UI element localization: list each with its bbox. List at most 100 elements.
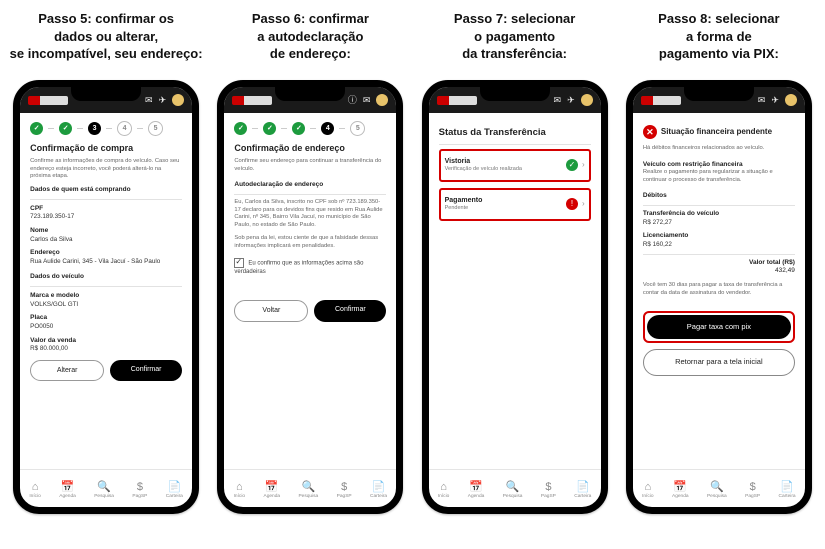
doc-icon: 📄 (167, 482, 181, 493)
nav-pagsp[interactable]: $PagSP (132, 482, 147, 499)
nav-agenda[interactable]: 📅Agenda (264, 482, 281, 499)
home-icon: ⌂ (236, 482, 243, 493)
bottom-nav: ⌂Início 📅Agenda 🔍Pesquisa $PagSP 📄Cartei… (20, 469, 192, 507)
stepper: ✓ ✓ 3 4 5 (30, 121, 182, 136)
mail-icon[interactable]: ✉ (758, 96, 766, 105)
home-icon: ⌂ (32, 482, 39, 493)
confirm-checkbox[interactable]: Eu confirmo que as informações acima são… (234, 258, 386, 276)
app-brand-logo (641, 96, 681, 105)
transf-label: Transferência do veículo (643, 210, 795, 219)
nav-carteira[interactable]: 📄Carteira (370, 482, 387, 499)
step-7-title: Passo 7: selecionar o pagamento da trans… (454, 10, 575, 68)
nome-value: Carlos da Silva (30, 236, 182, 245)
status-row-pagamento[interactable]: Pagamento Pendente ! › (439, 188, 591, 221)
avatar[interactable] (172, 94, 184, 106)
nav-carteira[interactable]: 📄Carteira (166, 482, 183, 499)
search-icon: 🔍 (302, 482, 316, 493)
nav-inicio[interactable]: ⌂Início (642, 482, 653, 499)
step-dot-4: 4 (117, 121, 132, 136)
nav-carteira[interactable]: 📄Carteira (574, 482, 591, 499)
declaration-body-1: Eu, Carlos da Silva, inscrito no CPF sob… (234, 199, 386, 229)
dollar-icon: $ (137, 482, 143, 493)
voltar-button[interactable]: Voltar (234, 300, 308, 321)
phone-frame-8: ✉ ✈ ✕ Situação financeira pendente Há dé… (626, 80, 812, 514)
mail-icon[interactable]: ✉ (363, 96, 371, 105)
placa-label: Placa (30, 314, 182, 323)
section-vehicle: Dados do veículo (30, 273, 182, 282)
section-autodecl: Autodeclaração de endereço (234, 181, 386, 190)
nav-pagsp[interactable]: $PagSP (337, 482, 352, 499)
plane-icon[interactable]: ✈ (159, 96, 167, 105)
total-label: Valor total (R$) (749, 259, 795, 266)
step-6-column: Passo 6: confirmar a autodeclaração de e… (213, 10, 408, 539)
dollar-icon: $ (341, 482, 347, 493)
alterar-button[interactable]: Alterar (30, 360, 104, 381)
nav-agenda[interactable]: 📅Agenda (468, 482, 485, 499)
nav-pesquisa[interactable]: 🔍Pesquisa (503, 482, 523, 499)
avatar[interactable] (785, 94, 797, 106)
app-brand-logo (28, 96, 68, 105)
phone-notch (684, 87, 754, 101)
pagar-pix-button[interactable]: Pagar taxa com pix (647, 315, 791, 339)
calendar-icon: 📅 (61, 482, 75, 493)
nav-inicio[interactable]: ⌂Início (29, 482, 40, 499)
restricao-body: Realize o pagamento para regularizar a s… (643, 169, 795, 184)
nav-pagsp[interactable]: $PagSP (745, 482, 760, 499)
mail-icon[interactable]: ✉ (145, 96, 153, 105)
nav-agenda[interactable]: 📅Agenda (59, 482, 76, 499)
nome-label: Nome (30, 227, 182, 236)
nav-pesquisa[interactable]: 🔍Pesquisa (298, 482, 318, 499)
deadline-note: Você tem 30 dias para pagar a taxa de tr… (643, 282, 795, 297)
calendar-icon: 📅 (469, 482, 483, 493)
nav-agenda[interactable]: 📅Agenda (672, 482, 689, 499)
nav-inicio[interactable]: ⌂Início (234, 482, 245, 499)
confirmar-button[interactable]: Confirmar (110, 360, 182, 381)
tutorial-steps-row: Passo 5: confirmar os dados ou alterar, … (0, 0, 825, 549)
phone-frame-7: ✉ ✈ Status da Transferência Vistoria Ver… (422, 80, 608, 514)
search-icon: 🔍 (710, 482, 724, 493)
screen-body-7: Status da Transferência Vistoria Verific… (429, 113, 601, 469)
declaration-body-2: Sob pena da lei, estou ciente de que a f… (234, 235, 386, 250)
screen-body-6: ✓ ✓ ✓ 4 5 Confirmação de endereço Confir… (224, 113, 396, 469)
nav-pagsp[interactable]: $PagSP (541, 482, 556, 499)
marca-label: Marca e modelo (30, 292, 182, 301)
page-title: Status da Transferência (439, 127, 591, 140)
step-5-column: Passo 5: confirmar os dados ou alterar, … (9, 10, 204, 539)
checkbox-icon (234, 258, 244, 268)
plane-icon[interactable]: ✈ (771, 96, 779, 105)
phone-notch (275, 87, 345, 101)
step-dot-3: 3 (88, 122, 101, 135)
search-icon: 🔍 (97, 482, 111, 493)
vistoria-sub: Verificação de veículo realizada (445, 166, 522, 173)
stepper: ✓ ✓ ✓ 4 5 (234, 121, 386, 136)
search-icon: 🔍 (506, 482, 520, 493)
step-6-title: Passo 6: confirmar a autodeclaração de e… (252, 10, 369, 68)
info-icon[interactable]: ⓘ (348, 96, 357, 105)
nav-pesquisa[interactable]: 🔍Pesquisa (707, 482, 727, 499)
avatar[interactable] (581, 94, 593, 106)
avatar[interactable] (376, 94, 388, 106)
step-dot-5: 5 (148, 121, 163, 136)
mail-icon[interactable]: ✉ (554, 96, 562, 105)
nav-pesquisa[interactable]: 🔍Pesquisa (94, 482, 114, 499)
section-buyer: Dados de quem está comprando (30, 186, 182, 195)
doc-icon: 📄 (372, 482, 386, 493)
phone-frame-6: ⓘ ✉ ✓ ✓ ✓ 4 5 Confirmação de endereço Co… (217, 80, 403, 514)
status-row-vistoria[interactable]: Vistoria Verificação de veículo realizad… (439, 149, 591, 182)
nav-carteira[interactable]: 📄Carteira (779, 482, 796, 499)
nav-inicio[interactable]: ⌂Início (438, 482, 449, 499)
marca-value: VOLKS/GOL GTI (30, 301, 182, 310)
lic-label: Licenciamento (643, 232, 795, 241)
step-dot-4: 4 (321, 122, 334, 135)
confirmar-button[interactable]: Confirmar (314, 300, 386, 321)
plane-icon[interactable]: ✈ (567, 96, 575, 105)
step-dot-3: ✓ (292, 122, 305, 135)
pay-button-highlight: Pagar taxa com pix (643, 311, 795, 343)
valor-value: R$ 80.000,00 (30, 345, 182, 354)
retornar-button[interactable]: Retornar para a tela inicial (643, 349, 795, 375)
placa-value: PO0050 (30, 323, 182, 332)
chevron-right-icon: › (582, 160, 585, 171)
app-brand-logo (437, 96, 477, 105)
vistoria-title: Vistoria (445, 157, 522, 166)
home-icon: ⌂ (440, 482, 447, 493)
